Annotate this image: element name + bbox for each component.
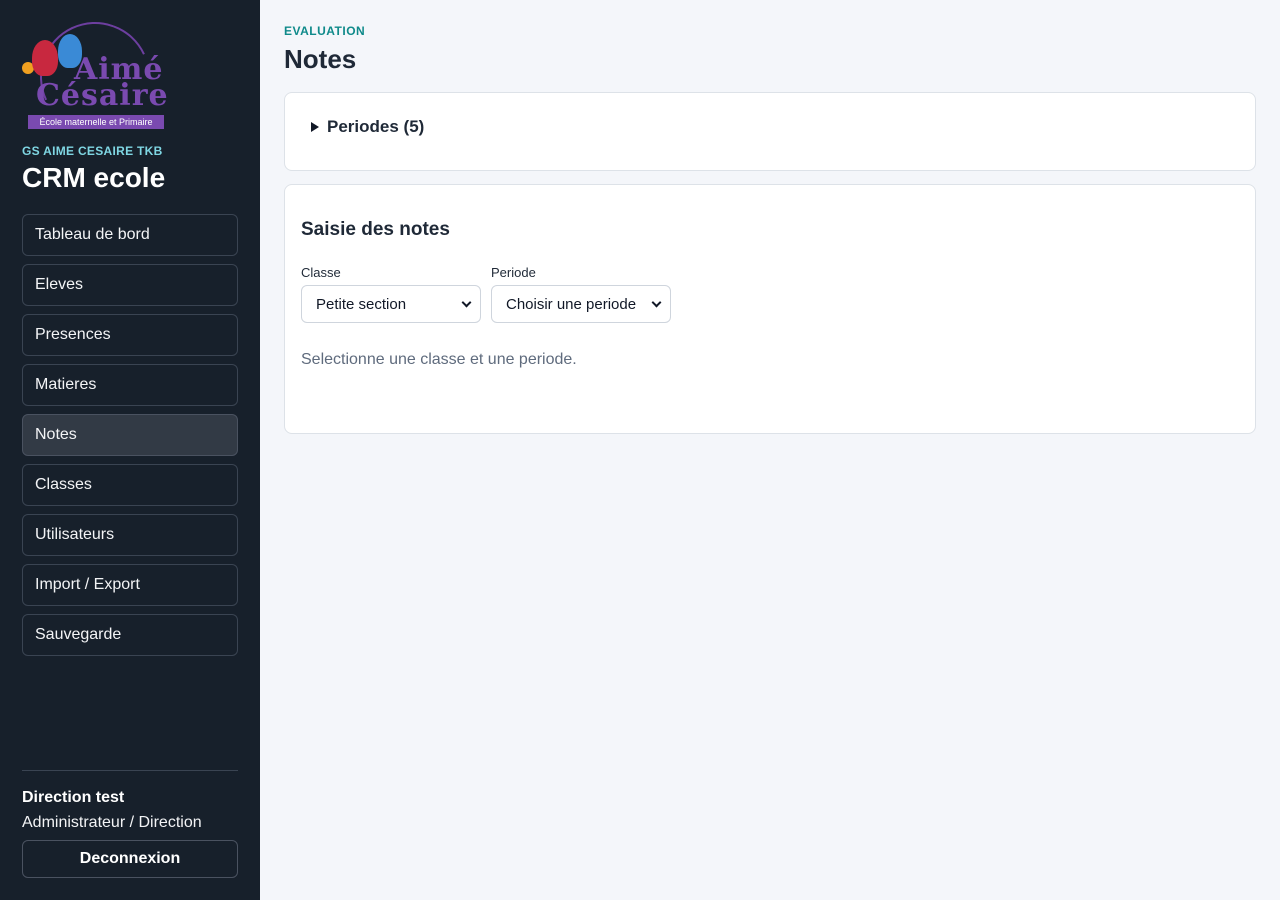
app-title: CRM ecole (22, 162, 166, 193)
class-select-value: Petite section (316, 295, 407, 313)
chevron-down-icon (651, 297, 662, 307)
school-name: GS AIME CESAIRE TKB (22, 144, 163, 158)
period-field: Periode Choisir une periode (491, 265, 671, 323)
sidebar-item-tableau-de-bord[interactable]: Tableau de bord (22, 214, 238, 256)
sidebar-item-presences[interactable]: Presences (22, 314, 238, 356)
periods-panel: Periodes (5) (284, 92, 1256, 171)
grade-entry-title: Saisie des notes (301, 219, 450, 240)
school-logo: Aimé Césaire École maternelle et Primair… (22, 6, 169, 148)
main-content: EVALUATION Notes Periodes (5) Saisie des… (260, 0, 1280, 900)
page-title: Notes (284, 44, 357, 74)
sidebar: Aimé Césaire École maternelle et Primair… (0, 0, 260, 900)
logo-tagline: École maternelle et Primaire (28, 115, 164, 129)
periods-toggle[interactable]: Periodes (5) (311, 117, 1229, 137)
period-label: Periode (491, 265, 536, 280)
section-eyebrow: EVALUATION (284, 24, 366, 38)
periods-summary-label: Periodes (5) (327, 117, 425, 136)
grade-filters: Classe Petite section Periode Choisir un… (301, 265, 1239, 323)
sidebar-item-eleves[interactable]: Eleves (22, 264, 238, 306)
class-label: Classe (301, 265, 341, 280)
disclosure-triangle-icon (311, 122, 319, 132)
sidebar-item-utilisateurs[interactable]: Utilisateurs (22, 514, 238, 556)
period-select[interactable]: Choisir une periode (491, 285, 671, 323)
class-select[interactable]: Petite section (301, 285, 481, 323)
logo-word-2: Césaire (36, 78, 169, 113)
logout-button[interactable]: Deconnexion (22, 840, 238, 878)
sidebar-item-import-export[interactable]: Import / Export (22, 564, 238, 606)
user-name: Direction test (22, 789, 125, 806)
chevron-down-icon (461, 297, 472, 307)
sidebar-item-matieres[interactable]: Matieres (22, 364, 238, 406)
user-role: Administrateur / Direction (22, 814, 202, 831)
sidebar-item-notes[interactable]: Notes (22, 414, 238, 456)
class-field: Classe Petite section (301, 265, 481, 323)
period-select-value: Choisir une periode (506, 295, 637, 313)
selection-hint: Selectionne une classe et une periode. (301, 351, 577, 368)
sidebar-item-sauvegarde[interactable]: Sauvegarde (22, 614, 238, 656)
sidebar-nav: Tableau de bord Eleves Presences Matiere… (22, 214, 238, 656)
user-panel: Direction test Administrateur / Directio… (22, 770, 238, 878)
sidebar-item-classes[interactable]: Classes (22, 464, 238, 506)
grade-entry-panel: Saisie des notes Classe Petite section P… (284, 184, 1256, 434)
